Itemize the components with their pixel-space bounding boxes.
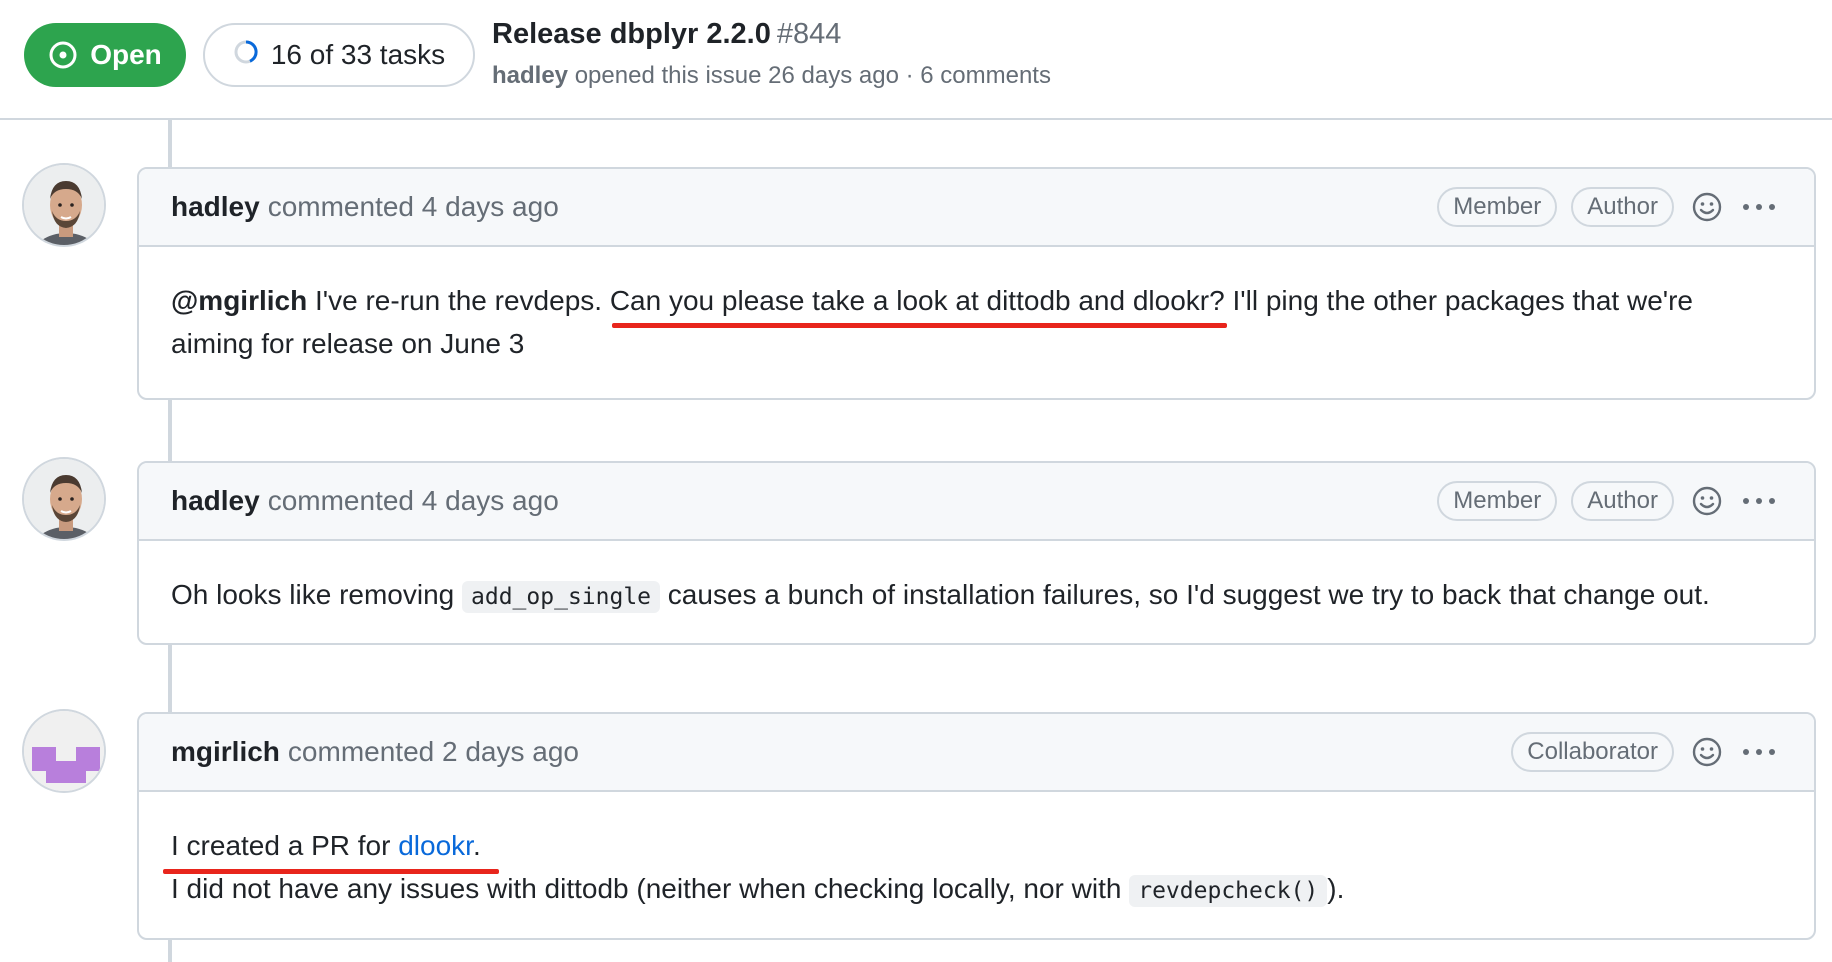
issue-number: #844 xyxy=(776,18,842,50)
comment-body: Oh looks like removing add_op_single cau… xyxy=(139,541,1814,647)
user-mention-link[interactable]: @mgirlich xyxy=(171,285,307,316)
dlookr-pr-link[interactable]: dlookr xyxy=(398,830,473,861)
issue-meta-text: opened this issue 26 days ago · 6 commen… xyxy=(574,62,1051,89)
kebab-horizontal-icon[interactable] xyxy=(1740,482,1778,520)
comment-text-continued: causes a bunch of installation failures,… xyxy=(660,579,1710,610)
avatar-mgirlich-identicon[interactable] xyxy=(22,709,106,793)
comment-text: ). xyxy=(1327,873,1345,904)
avatar-hadley[interactable] xyxy=(22,163,106,247)
red-underline-annotation xyxy=(163,869,499,874)
comment-timestamp[interactable]: commented 2 days ago xyxy=(288,736,579,768)
inline-code: add_op_single xyxy=(462,581,661,613)
comment-card: hadley commented 4 days ago Member Autho… xyxy=(137,167,1816,400)
smiley-icon[interactable] xyxy=(1688,482,1726,520)
comment-text: I created a PR for xyxy=(171,830,399,861)
issue-title: Release dbplyr 2.2.0 xyxy=(492,18,771,50)
kebab-horizontal-icon[interactable] xyxy=(1740,733,1778,771)
author-badge: Author xyxy=(1571,481,1674,521)
issue-state-label: Open xyxy=(90,39,162,70)
progress-circle-icon xyxy=(233,39,259,72)
task-progress-button[interactable]: 16 of 33 tasks xyxy=(203,23,475,87)
red-underline-annotation xyxy=(611,323,1227,328)
highlighted-question-text: Can you please take a look at dittodb an… xyxy=(609,285,1225,316)
author-badge: Author xyxy=(1571,187,1674,227)
comment-author-link[interactable]: hadley xyxy=(171,191,260,223)
comment-header: hadley commented 4 days ago Member Autho… xyxy=(139,169,1814,247)
comment-timestamp[interactable]: commented 4 days ago xyxy=(268,191,559,223)
comment-header: mgirlich commented 2 days ago Collaborat… xyxy=(139,714,1814,792)
member-badge: Member xyxy=(1437,187,1558,227)
issue-opened-icon xyxy=(48,40,78,70)
comment-body: @mgirlich I've re-run the revdeps. Can y… xyxy=(139,247,1814,393)
comment-card: mgirlich commented 2 days ago Collaborat… xyxy=(137,712,1816,940)
comment-author-link[interactable]: mgirlich xyxy=(171,736,280,768)
comment-text: I did not have any issues with dittodb (… xyxy=(171,873,1130,904)
smiley-icon[interactable] xyxy=(1688,733,1726,771)
comment-line: I created a PR for dlookr. xyxy=(163,824,1782,874)
comment-body: I created a PR for dlookr. I did not hav… xyxy=(139,792,1814,941)
comment-header: hadley commented 4 days ago Member Autho… xyxy=(139,463,1814,541)
issue-author-link[interactable]: hadley xyxy=(492,62,568,89)
issue-title-row: Release dbplyr 2.2.0 #844 xyxy=(492,18,841,51)
avatar-hadley[interactable] xyxy=(22,457,106,541)
comment-text: Oh looks like removing xyxy=(171,579,463,610)
collaborator-badge: Collaborator xyxy=(1511,732,1674,772)
issue-state-badge: Open xyxy=(24,23,186,87)
member-badge: Member xyxy=(1437,481,1558,521)
issue-meta: hadley opened this issue 26 days ago · 6… xyxy=(492,62,1051,90)
task-progress-label: 16 of 33 tasks xyxy=(270,39,446,70)
comment-timestamp[interactable]: commented 4 days ago xyxy=(268,485,559,517)
kebab-horizontal-icon[interactable] xyxy=(1740,188,1778,226)
comment-card: hadley commented 4 days ago Member Autho… xyxy=(137,461,1816,645)
highlighted-question: Can you please take a look at dittodb an… xyxy=(609,285,1227,328)
issue-header: Open 16 of 33 tasks Release dbplyr 2.2.0… xyxy=(0,0,1832,120)
comment-text: I've re-run the revdeps. xyxy=(307,285,610,316)
smiley-icon[interactable] xyxy=(1688,188,1726,226)
comment-author-link[interactable]: hadley xyxy=(171,485,260,517)
highlighted-sentence: I created a PR for dlookr. xyxy=(163,830,499,874)
comment-text: . xyxy=(472,830,481,861)
inline-code: revdepcheck() xyxy=(1129,875,1328,907)
